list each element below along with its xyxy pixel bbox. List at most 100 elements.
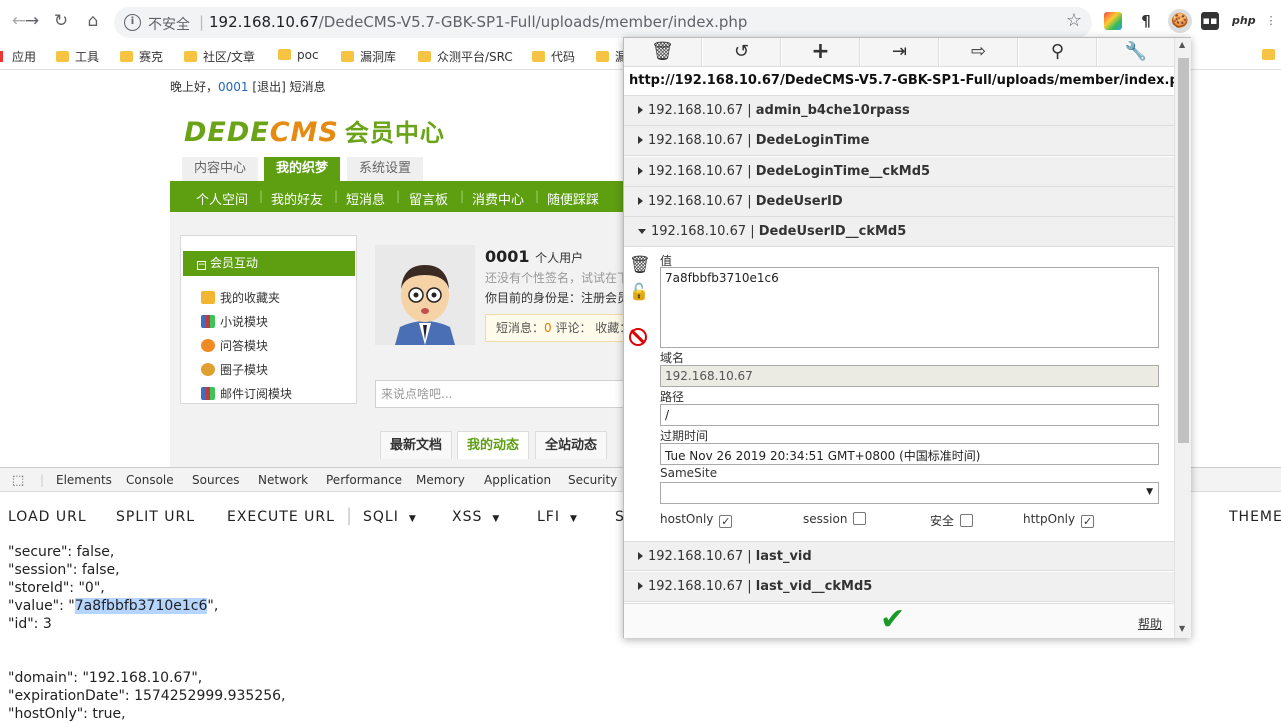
cookie-extension-icon[interactable]: 🍪 [1168, 9, 1192, 33]
bookmark-label: 应用 [12, 50, 37, 64]
avatar[interactable] [375, 245, 475, 345]
import-icon: ⇥ [891, 41, 908, 62]
sidebar-item-circle[interactable]: 圈子模块 [201, 361, 268, 378]
subnav-personal-space[interactable]: 个人空间 [196, 189, 248, 208]
unlock-icon[interactable]: 🔓 [629, 282, 649, 301]
expiry-field[interactable]: Tue Nov 26 2019 20:34:51 GMT+0800 (中国标准时… [660, 443, 1159, 465]
xss-menu[interactable]: XSS ▼ [452, 509, 500, 525]
status-input[interactable]: 来说点啥吧... [375, 380, 630, 408]
tab-content-center[interactable]: 内容中心 [182, 157, 259, 181]
subnav-consume[interactable]: 消费中心 [472, 189, 524, 208]
split-url-button[interactable]: SPLIT URL [116, 509, 195, 525]
help-link[interactable]: 帮助 [1138, 615, 1162, 632]
devtools-tab-sources[interactable]: Sources [192, 473, 239, 487]
cookie-row-expanded[interactable]: 192.168.10.67 | DedeUserID__ckMd5 [624, 217, 1174, 247]
devtools-tab-memory[interactable]: Memory [416, 473, 465, 487]
devtools-tab-security[interactable]: Security [568, 473, 617, 487]
devtools-tab-performance[interactable]: Performance [326, 473, 402, 487]
subnav-browse[interactable]: 随便踩踩 [547, 189, 599, 208]
sidebar-item-mail[interactable]: 邮件订阅模块 [201, 385, 292, 402]
bookmark-star-icon[interactable]: ☆ [1066, 10, 1082, 31]
tab-my-activity[interactable]: 我的动态 [457, 431, 530, 459]
bookmark-code[interactable]: 代码 [532, 48, 575, 65]
tab-latest-docs[interactable]: 最新文档 [380, 431, 453, 459]
stats-messages-count[interactable]: 0 [544, 321, 552, 335]
reset-button[interactable]: ↺ [703, 38, 781, 66]
scrollbar-thumb[interactable] [1178, 58, 1189, 443]
devtools-tab-console[interactable]: Console [126, 473, 174, 487]
scroll-up-icon[interactable]: ▲ [1179, 40, 1185, 49]
secure-checkbox[interactable]: 安全 [930, 512, 974, 529]
bookmark-apps[interactable]: 应用 [0, 48, 36, 65]
reload-icon[interactable]: ↻ [50, 10, 72, 32]
bookmark-tools[interactable]: 工具 [56, 48, 99, 65]
cookie-editor-scrollbar[interactable]: ▲ ▼ [1174, 38, 1191, 638]
sidebar-item-novel[interactable]: 小说模块 [201, 313, 268, 330]
export-button[interactable]: ⇨ [940, 38, 1018, 66]
logout-link[interactable]: [退出] [252, 80, 285, 94]
cookie-row[interactable]: 192.168.10.67 | DedeLoginTime [624, 126, 1174, 156]
import-button[interactable]: ⇥ [861, 38, 939, 66]
httponly-checkbox[interactable]: httpOnly ✓ [1023, 512, 1095, 528]
devtools-tab-application[interactable]: Application [484, 473, 551, 487]
devtools-extension-icon[interactable]: ▪▪ [1201, 12, 1219, 30]
delete-all-button[interactable]: 🗑 [624, 38, 702, 66]
value-textarea[interactable]: 7a8fbbfb3710e1c6 [660, 267, 1159, 348]
cookie-row[interactable]: 192.168.10.67 | admin_b4che10rpass [624, 96, 1174, 126]
lfi-menu[interactable]: LFI ▼ [537, 509, 578, 525]
paragraph-extension-icon[interactable]: ¶ [1137, 12, 1155, 30]
inspect-icon[interactable]: ⬚ [12, 473, 24, 488]
tab-site-activity[interactable]: 全站动态 [535, 431, 608, 459]
devtools-tab-network[interactable]: Network [258, 473, 308, 487]
messages-link[interactable]: 短消息 [290, 80, 326, 94]
json-value-selected[interactable]: 7a8fbbfb3710e1c6 [74, 598, 208, 614]
cookie-row[interactable]: 192.168.10.67 | DedeUserID [624, 187, 1174, 217]
subnav-separator: | [259, 189, 264, 203]
sidebar-item-favorites[interactable]: 我的收藏夹 [201, 289, 280, 306]
cookie-row[interactable]: 192.168.10.67 | last_vid [624, 541, 1174, 571]
session-checkbox[interactable]: session [803, 512, 867, 526]
bookmark-community[interactable]: 社区/文章 [184, 48, 255, 65]
save-checkmark-icon[interactable]: ✔ [880, 602, 905, 637]
tab-system-settings[interactable]: 系统设置 [347, 157, 424, 181]
subnav-messages[interactable]: 短消息 [346, 189, 385, 208]
address-bar[interactable]: i 不安全 | 192.168.10.67/DedeCMS-V5.7-GBK-S… [114, 7, 1092, 38]
info-icon[interactable]: i [124, 14, 141, 31]
settings-button[interactable]: 🔧 [1098, 38, 1174, 66]
domain-field[interactable]: 192.168.10.67 [660, 365, 1159, 387]
scroll-down-icon[interactable]: ▼ [1179, 624, 1185, 633]
sqli-menu[interactable]: SQLI ▼ [363, 509, 417, 525]
bookmark-folder-right[interactable] [1262, 48, 1281, 62]
delete-cookie-icon[interactable]: 🗑 [629, 255, 651, 275]
color-extension-icon[interactable] [1104, 12, 1122, 30]
tab-my-dream[interactable]: 我的织梦 [264, 157, 341, 181]
bookmark-vuln-db[interactable]: 漏洞库 [341, 48, 396, 65]
sidebar-header[interactable]: − 会员互动 [183, 251, 355, 276]
add-cookie-button[interactable]: + [782, 38, 860, 66]
search-button[interactable]: ⚲ [1019, 38, 1097, 66]
subnav-friends[interactable]: 我的好友 [271, 189, 323, 208]
sidebar-item-qa[interactable]: 问答模块 [201, 337, 268, 354]
menu-icon[interactable]: ⋮ [1262, 12, 1280, 30]
forward-icon[interactable]: → [21, 10, 43, 32]
cookie-row[interactable]: 192.168.10.67 | DedeLoginTime__ckMd5 [624, 157, 1174, 187]
theme-menu[interactable]: THEME [1229, 509, 1281, 525]
block-icon[interactable] [629, 328, 647, 346]
cookie-row[interactable]: 192.168.10.67 | last_vid__ckMd5 [624, 572, 1174, 602]
sqli-label: SQLI [363, 509, 399, 525]
user-id-link[interactable]: 0001 [218, 80, 249, 94]
load-url-button[interactable]: LOAD URL [8, 509, 87, 525]
php-extension-icon[interactable]: php [1232, 12, 1256, 30]
subnav-guestbook[interactable]: 留言板 [409, 189, 448, 208]
samesite-select[interactable]: ▼ [660, 482, 1159, 504]
bookmark-src[interactable]: 众测平台/SRC [418, 48, 513, 65]
devtools-tab-elements[interactable]: Elements [56, 473, 112, 487]
hostonly-checkbox[interactable]: hostOnly ✓ [660, 512, 733, 528]
execute-url-button[interactable]: EXECUTE URL [227, 509, 335, 525]
home-icon[interactable]: ⌂ [82, 10, 104, 32]
profile-signature: 还没有个性签名，试试在下 [485, 271, 630, 285]
path-field[interactable]: / [660, 404, 1159, 426]
collapse-icon: − [197, 260, 206, 270]
bookmark-saike[interactable]: 赛克 [120, 48, 163, 65]
bookmark-poc[interactable]: poc [278, 48, 319, 62]
